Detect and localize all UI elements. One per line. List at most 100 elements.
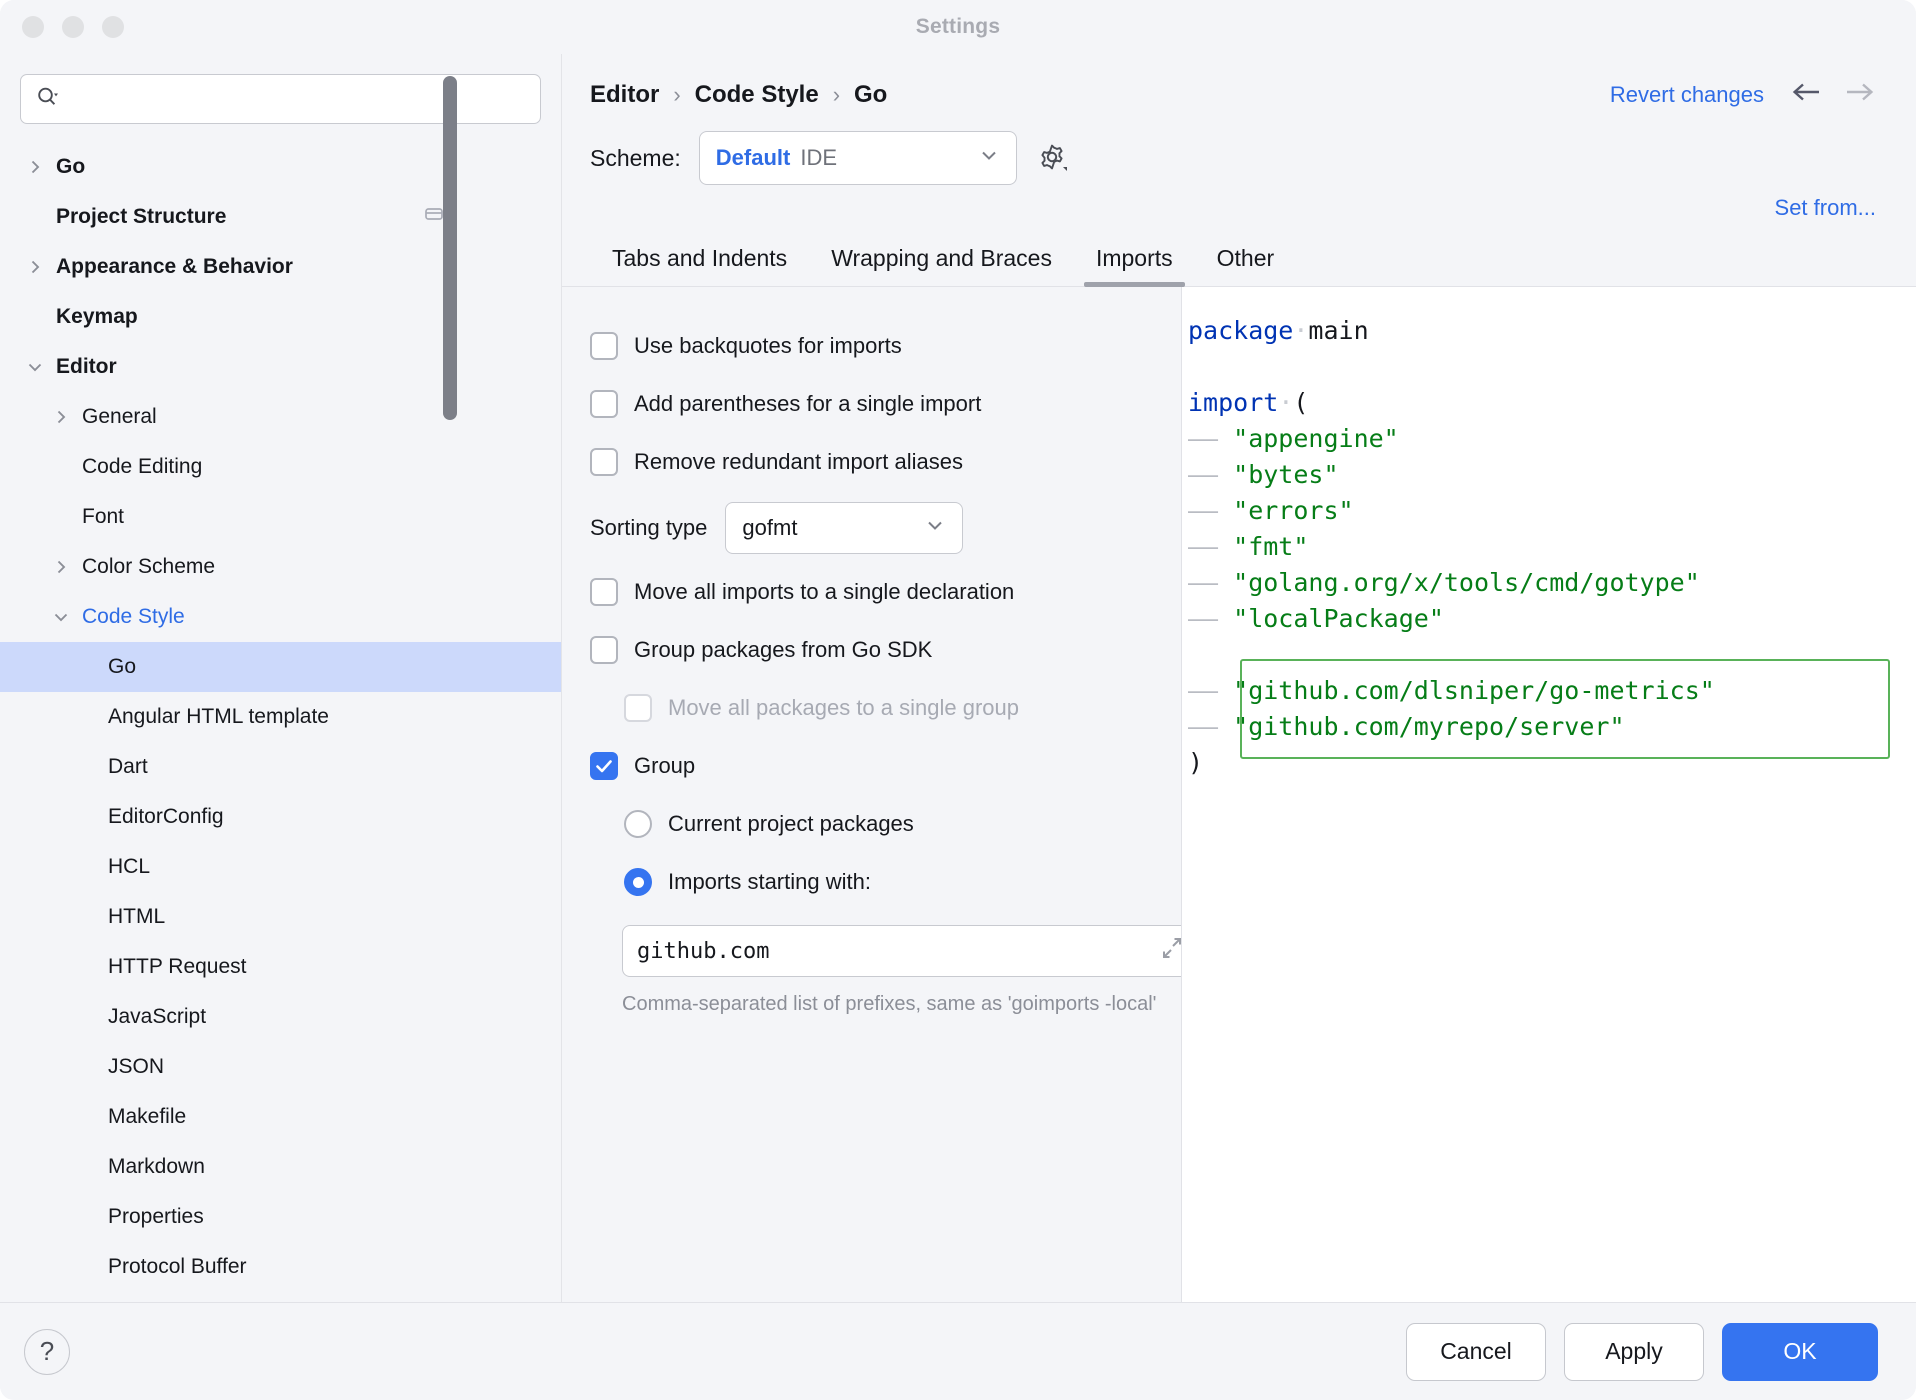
option-label: Remove redundant import aliases — [634, 449, 963, 475]
sidebar-item-label: HTML — [108, 905, 165, 929]
sidebar-item-color-scheme[interactable]: Color Scheme — [0, 542, 561, 592]
sidebar-item-properties[interactable]: Properties — [0, 1192, 561, 1242]
option-group[interactable]: Group — [562, 737, 1181, 795]
content-panes: Use backquotes for imports Add parenthes… — [562, 287, 1916, 1302]
sidebar-scrollbar-thumb[interactable] — [443, 76, 457, 420]
sorting-type-label: Sorting type — [590, 515, 707, 541]
sidebar-item-keymap[interactable]: Keymap — [0, 292, 561, 342]
traffic-light-buttons — [22, 16, 124, 38]
checkbox-remove-aliases[interactable] — [590, 448, 618, 476]
sidebar-item-label: Go — [56, 155, 85, 179]
checkbox-move-all-imports[interactable] — [590, 578, 618, 606]
sidebar-item-editor[interactable]: Editor — [0, 342, 561, 392]
expand-icon[interactable] — [1157, 933, 1182, 969]
sidebar-item-font[interactable]: Font — [0, 492, 561, 542]
chevron-right-icon[interactable] — [22, 158, 48, 176]
option-use-backquotes[interactable]: Use backquotes for imports — [562, 317, 1181, 375]
sidebar-item-code-style[interactable]: Code Style — [0, 592, 561, 642]
revert-changes-link[interactable]: Revert changes — [1610, 82, 1764, 108]
close-button[interactable] — [22, 16, 44, 38]
sidebar-item-go[interactable]: Go — [0, 142, 561, 192]
code-line: —— "bytes" — [1188, 457, 1916, 493]
arrow-left-icon[interactable] — [1790, 80, 1824, 109]
radio-current-project-packages[interactable] — [624, 810, 652, 838]
sidebar-item-markdown[interactable]: Markdown — [0, 1142, 561, 1192]
sidebar-item-label: General — [82, 405, 157, 429]
option-label: Group — [634, 753, 695, 779]
sidebar-item-code-editing[interactable]: Code Editing — [0, 442, 561, 492]
sidebar-item-general[interactable]: General — [0, 392, 561, 442]
breadcrumb-item[interactable]: Editor — [590, 81, 659, 109]
sidebar-item-makefile[interactable]: Makefile — [0, 1092, 561, 1142]
cancel-button[interactable]: Cancel — [1406, 1323, 1546, 1381]
sidebar-item-json[interactable]: JSON — [0, 1042, 561, 1092]
option-imports-starting-with[interactable]: Imports starting with: — [562, 853, 1181, 911]
sidebar-item-html[interactable]: HTML — [0, 892, 561, 942]
apply-button[interactable]: Apply — [1564, 1323, 1704, 1381]
option-current-project-packages[interactable]: Current project packages — [562, 795, 1181, 853]
scheme-select[interactable]: Default IDE — [699, 131, 1017, 185]
option-move-all-packages: Move all packages to a single group — [562, 679, 1181, 737]
minimize-button[interactable] — [62, 16, 84, 38]
sidebar-item-go[interactable]: Go — [0, 642, 561, 692]
maximize-button[interactable] — [102, 16, 124, 38]
code-preview-pane[interactable]: package·main import·(—— "appengine"—— "b… — [1182, 287, 1916, 1302]
sidebar-item-http-request[interactable]: HTTP Request — [0, 942, 561, 992]
option-move-all-imports[interactable]: Move all imports to a single declaration — [562, 563, 1181, 621]
ok-button[interactable]: OK — [1722, 1323, 1878, 1381]
arrow-right-icon[interactable] — [1842, 80, 1876, 109]
tab-other[interactable]: Other — [1195, 235, 1297, 286]
sidebar-item-editorconfig[interactable]: EditorConfig — [0, 792, 561, 842]
sidebar-item-protocol-buffer[interactable]: Protocol Buffer — [0, 1242, 561, 1292]
sidebar-scrollbar[interactable] — [443, 76, 457, 1302]
help-button[interactable]: ? — [24, 1329, 70, 1375]
chevron-right-icon[interactable] — [48, 408, 74, 426]
search-input[interactable] — [67, 88, 526, 110]
code-line — [1188, 637, 1916, 673]
sidebar-item-angular-html-template[interactable]: Angular HTML template — [0, 692, 561, 742]
breadcrumb-separator: › — [833, 82, 840, 108]
checkbox-group-go-sdk[interactable] — [590, 636, 618, 664]
search-box[interactable] — [20, 74, 541, 124]
option-add-parentheses[interactable]: Add parentheses for a single import — [562, 375, 1181, 433]
checkbox-add-parentheses[interactable] — [590, 390, 618, 418]
tab-bar: Tabs and IndentsWrapping and BracesImpor… — [562, 221, 1916, 287]
option-label: Move all imports to a single declaration — [634, 579, 1014, 605]
chevron-down-icon[interactable] — [48, 608, 74, 626]
sidebar-item-hcl[interactable]: HCL — [0, 842, 561, 892]
chevron-down-icon[interactable] — [22, 358, 48, 376]
option-group-go-sdk[interactable]: Group packages from Go SDK — [562, 621, 1181, 679]
settings-sidebar: Go Project Structure Appearance & Behavior… — [0, 54, 562, 1302]
tab-imports[interactable]: Imports — [1074, 235, 1195, 286]
checkbox-use-backquotes[interactable] — [590, 332, 618, 360]
sidebar-item-javascript[interactable]: JavaScript — [0, 992, 561, 1042]
code-line: —— "appengine" — [1188, 421, 1916, 457]
sorting-type-row: Sorting type gofmt — [562, 493, 1181, 563]
sidebar-item-appearance-behavior[interactable]: Appearance & Behavior — [0, 242, 561, 292]
settings-window: Settings GoProject StructureAppearance — [0, 0, 1916, 1400]
chevron-right-icon[interactable] — [48, 558, 74, 576]
sidebar-item-label: Project Structure — [56, 205, 226, 229]
option-label: Move all packages to a single group — [668, 695, 1019, 721]
gear-icon[interactable] — [1035, 140, 1071, 176]
prefix-input[interactable]: github.com — [622, 925, 1182, 977]
chevron-down-icon — [978, 144, 1000, 172]
settings-tree[interactable]: Go Project Structure Appearance & Behavior… — [0, 142, 561, 1302]
sidebar-item-dart[interactable]: Dart — [0, 742, 561, 792]
set-from-link[interactable]: Set from... — [1775, 195, 1876, 221]
tab-tabs-and-indents[interactable]: Tabs and Indents — [590, 235, 809, 286]
checkbox-group[interactable] — [590, 752, 618, 780]
sorting-type-select[interactable]: gofmt — [725, 502, 963, 554]
sidebar-item-label: Markdown — [108, 1155, 205, 1179]
sidebar-item-project-structure[interactable]: Project Structure — [0, 192, 561, 242]
radio-imports-starting-with[interactable] — [624, 868, 652, 896]
breadcrumb-item[interactable]: Go — [854, 81, 887, 109]
option-remove-aliases[interactable]: Remove redundant import aliases — [562, 433, 1181, 491]
code-preview-text: package·main import·(—— "appengine"—— "b… — [1182, 313, 1916, 781]
breadcrumb-item[interactable]: Code Style — [695, 81, 819, 109]
code-line: package·main — [1188, 313, 1916, 349]
scheme-value-main: Default — [716, 145, 791, 171]
sidebar-item-label: Appearance & Behavior — [56, 255, 293, 279]
tab-wrapping-and-braces[interactable]: Wrapping and Braces — [809, 235, 1074, 286]
chevron-right-icon[interactable] — [22, 258, 48, 276]
